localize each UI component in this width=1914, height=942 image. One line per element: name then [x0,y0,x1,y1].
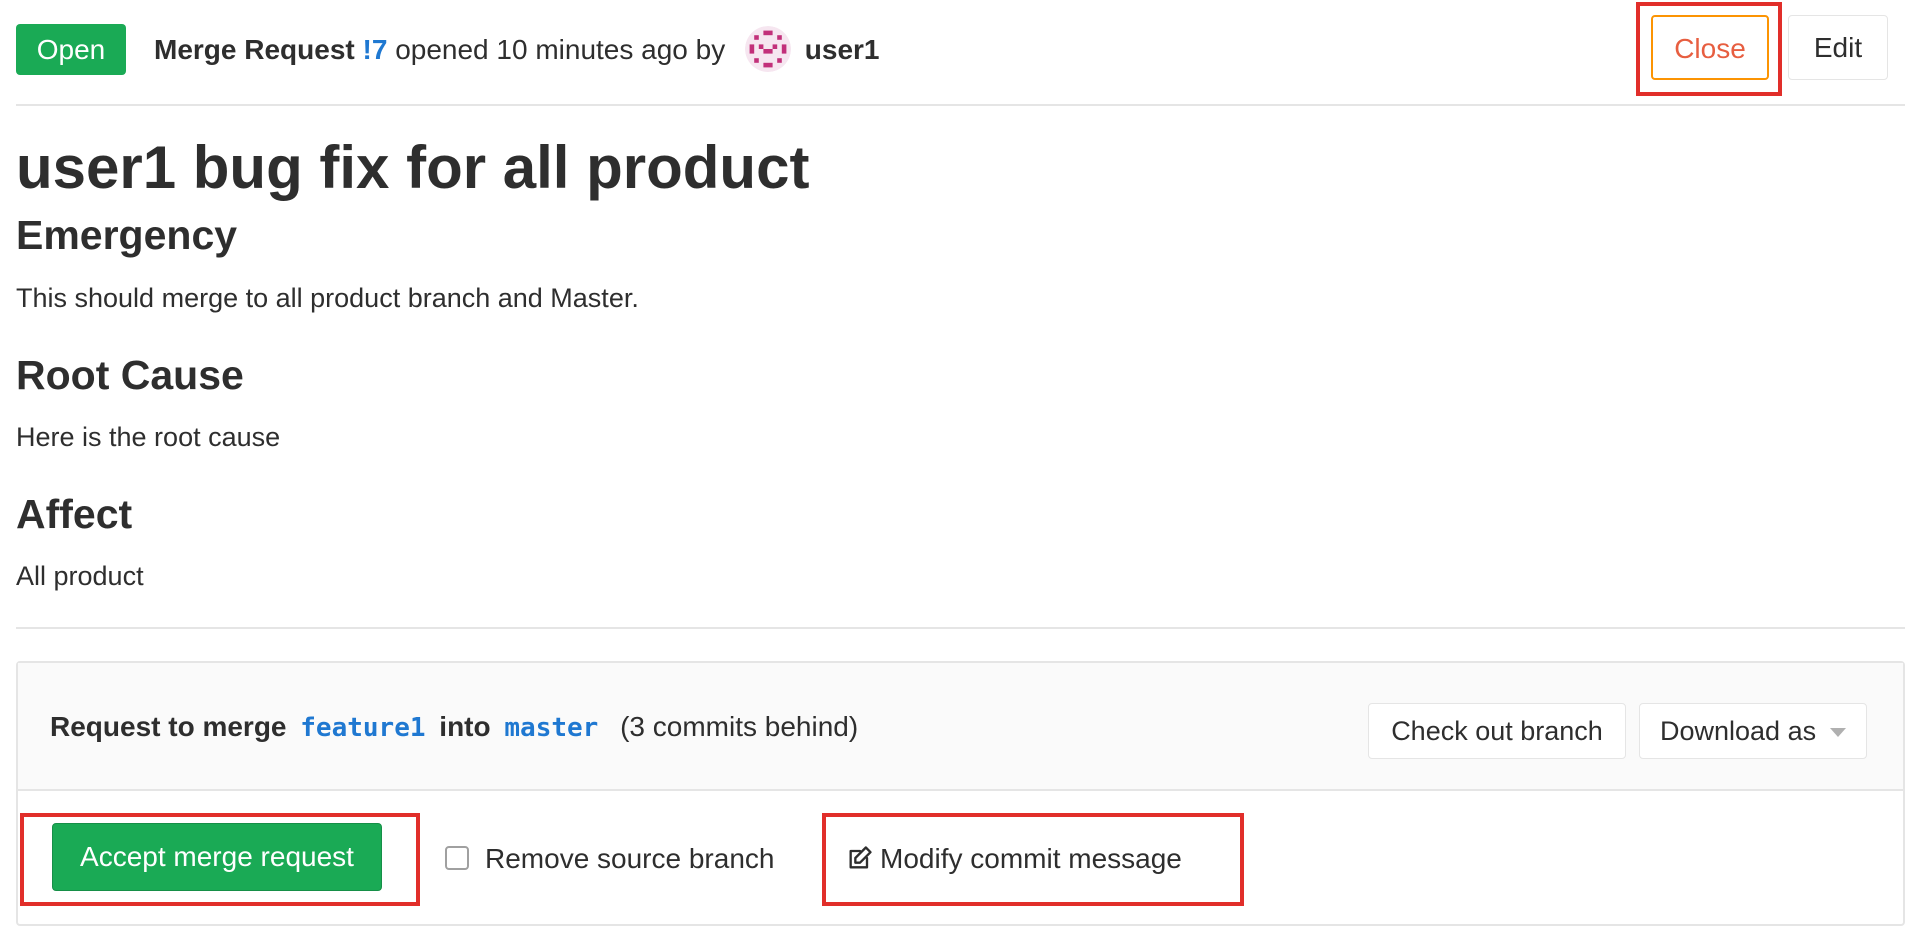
download-as-dropdown[interactable]: Download as [1639,703,1867,759]
merge-widget: Request to merge feature1 into master (3… [16,661,1905,926]
mr-header: Open Merge Request !7 opened 10 minutes … [16,0,1905,106]
request-prefix: Request to merge [50,711,287,742]
section-heading-emergency: Emergency [16,212,238,258]
commits-behind: (3 commits behind) [620,711,859,742]
remove-source-branch-option[interactable]: Remove source branch [445,837,774,881]
target-branch[interactable]: master [498,713,604,743]
mr-reference-link[interactable]: !7 [363,34,388,65]
page-title: user1 bug fix for all product [16,134,810,201]
modify-commit-message-link[interactable]: Modify commit message [846,837,1182,881]
mr-meta: Merge Request !7 opened 10 minutes ago b… [154,25,880,72]
mr-label: Merge Request [154,34,355,65]
modify-commit-message-label: Modify commit message [880,843,1182,874]
source-branch[interactable]: feature1 [294,713,431,743]
edit-icon [849,845,872,869]
section-text-root-cause: Here is the root cause [16,422,281,452]
section-text-emergency: This should merge to all product branch … [16,283,639,313]
merge-widget-header: Request to merge feature1 into master (3… [18,663,1903,791]
remove-source-branch-checkbox[interactable] [445,845,469,870]
author-link[interactable]: user1 [805,34,880,65]
status-badge: Open [16,24,126,75]
opened-text: opened 10 minutes ago by [395,34,726,65]
edit-button[interactable]: Edit [1788,15,1888,80]
remove-source-branch-label: Remove source branch [485,843,775,874]
accept-merge-request-button[interactable]: Accept merge request [52,823,382,891]
check-out-branch-button[interactable]: Check out branch [1368,703,1626,759]
download-as-label: Download as [1660,716,1817,746]
section-heading-affect: Affect [16,491,133,537]
merge-request-page: Open Merge Request !7 opened 10 minutes … [0,0,1914,942]
into-text: into [439,711,491,742]
section-heading-root-cause: Root Cause [16,352,244,398]
close-button[interactable]: Close [1651,15,1769,80]
merge-info: Request to merge feature1 into master (3… [50,705,858,750]
section-text-affect: All product [16,561,144,591]
divider [16,627,1905,629]
caret-down-icon [1830,728,1846,737]
avatar[interactable] [745,25,791,72]
